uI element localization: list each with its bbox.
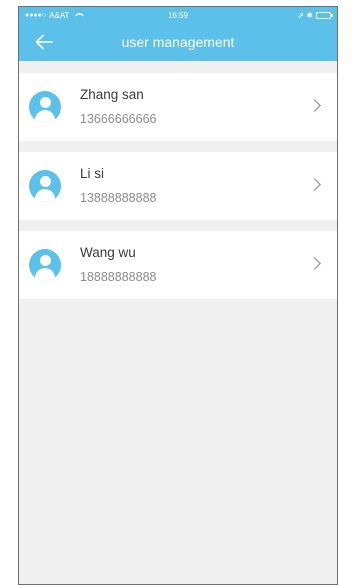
user-name: Zhang san [80,87,144,102]
battery-icon [316,11,333,19]
user-name: Li si [80,166,105,181]
status-left: ●●●●○ A&AT [25,10,85,20]
wifi-icon [75,13,85,19]
signal-strength-icon: ●●●●○ [25,11,47,19]
back-button[interactable] [33,32,55,52]
page-title: user management [121,34,235,50]
carrier-name: A&AT [49,10,70,20]
nav-bar: user management [19,23,337,61]
phone-screen: ●●●●○ A&AT 16:59 ⇗ ✱ user management Zha… [18,6,338,585]
user-row-wang-wu[interactable]: Wang wu 18888888888 [19,231,337,299]
avatar-icon [29,249,61,281]
user-row-li-si[interactable]: Li si 13888888888 [19,152,337,220]
chevron-right-icon [308,178,321,191]
chevron-right-icon [308,99,321,112]
user-name: Wang wu [80,245,136,260]
status-bar: ●●●●○ A&AT 16:59 ⇗ ✱ [19,7,337,23]
avatar-icon [29,170,61,202]
user-list: Zhang san 13666666666 Li si 13888888888 … [19,73,337,299]
avatar-icon [29,91,61,123]
user-phone: 13666666666 [80,112,157,126]
status-right: ⇗ ✱ [297,10,333,20]
user-phone: 18888888888 [80,270,157,284]
chevron-right-icon [308,257,321,270]
back-arrow-icon [35,34,53,50]
user-row-zhang-san[interactable]: Zhang san 13666666666 [19,73,337,141]
location-bluetooth-icon: ⇗ ✱ [297,10,313,20]
user-phone: 13888888888 [80,191,157,205]
